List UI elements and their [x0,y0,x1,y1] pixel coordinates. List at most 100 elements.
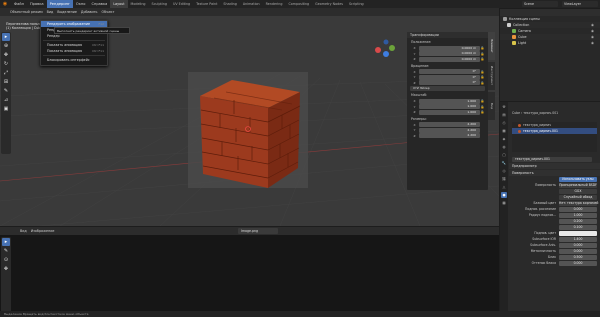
base-color-input[interactable]: Нет: текстура кирпичей [559,200,598,206]
lock-icon[interactable]: 🔓 [480,57,485,61]
scene-selector[interactable]: Scene [522,1,558,7]
scale-tool-icon[interactable]: ⤢ [2,69,10,77]
rotation-mode-select[interactable]: XYZ Эйлер [410,86,485,91]
dimensions-z-row[interactable]: Z 2.200 [410,133,485,138]
tab-rendering[interactable]: Rendering [263,0,286,8]
scale-y-field[interactable]: 1.000 [419,104,480,109]
menu-select[interactable]: Выделение [55,9,79,15]
property-field[interactable]: 0.000 [559,206,597,212]
material-tab-icon[interactable]: ● [501,192,507,198]
surface-shader-select[interactable]: Принципиальный BSDF [559,182,597,188]
material-slot[interactable]: текстура_кирпич.001 [512,128,597,134]
tab-sculpting[interactable]: Sculpting [149,0,170,8]
material-datablock-field[interactable]: текстура_кирпич.001 [512,156,592,162]
modifier-tab-icon[interactable]: 🔧 [501,160,507,166]
tab-animation[interactable]: Animation [240,0,263,8]
physics-tab-icon[interactable]: ◎ [501,168,507,174]
blender-logo-icon[interactable]: ◉ [2,1,8,7]
menu-edit[interactable]: Правка [27,0,47,8]
data-tab-icon[interactable]: △ [501,184,507,190]
location-z-row[interactable]: Z 0.0000 m 🔓 [410,56,485,62]
dimension-z-field[interactable]: 2.200 [419,133,480,138]
lock-interface-item[interactable]: Блокировать интерфейс [41,57,107,63]
grab-tool-icon[interactable]: ✥ [2,265,10,273]
tab-modeling[interactable]: Modeling [128,0,149,8]
location-y-row[interactable]: Y 0.0000 m 🔓 [410,51,485,56]
texture-tab-icon[interactable]: ▩ [501,200,507,206]
annotate-tool-icon[interactable]: ✎ [2,247,10,255]
lock-icon[interactable]: 🔓 [480,105,485,109]
lock-icon[interactable]: 🔓 [480,70,485,74]
scale-x-field[interactable]: 1.000 [419,98,480,104]
output-tab-icon[interactable]: ⎙ [501,120,507,126]
property-field[interactable]: 0.000 [559,260,597,266]
property-field[interactable]: 1.000 [559,212,597,218]
tab-layout[interactable]: Layout [110,0,128,8]
location-x-row[interactable]: X 0.0000 m 🔓 [410,45,485,51]
tab-shading[interactable]: Shading [220,0,239,8]
property-field[interactable]: 0.100 [559,224,597,230]
tool-tab-icon[interactable]: ⚒ [501,104,507,110]
scale-y-row[interactable]: Y 1.000 🔓 [410,104,485,109]
transform-panel-header[interactable]: Трансформации [407,32,488,38]
view-layer-tab-icon[interactable]: ▦ [501,128,507,134]
tab-tool[interactable]: Инструмент [488,62,495,90]
add-cube-tool-icon[interactable]: ▣ [2,105,10,113]
3d-viewport[interactable]: Объектный режим Вид Выделение Добавить О… [0,8,499,226]
mode-selector[interactable]: Объектный режим [8,9,45,15]
annotate-tool-icon[interactable]: ✎ [2,87,10,95]
tab-compositing[interactable]: Compositing [285,0,312,8]
rotation-x-field[interactable]: 0° [419,69,480,74]
measure-tool-icon[interactable]: ⊿ [2,96,10,104]
tab-view[interactable]: Вид [488,92,495,120]
sss-method-select[interactable]: Случайный обход [559,194,597,200]
subsurface-color-swatch[interactable] [559,230,597,236]
render-tab-icon[interactable]: ▤ [501,112,507,118]
constraints-tab-icon[interactable]: ⛓ [501,176,507,182]
distribution-select[interactable]: GGX [559,188,597,194]
property-field[interactable]: 0.000 [559,242,597,248]
preview-panel-header[interactable]: Предпросмотр [509,163,600,169]
location-x-field[interactable]: 0.0000 m [419,45,480,51]
outliner-row-light[interactable]: Light ◉ [500,40,600,46]
location-z-field[interactable]: 0.0000 m [419,56,480,62]
scale-z-field[interactable]: 1.000 [419,109,480,115]
menu-help[interactable]: Справка [88,0,110,8]
view-layer-selector[interactable]: ViewLayer [562,1,598,7]
dimensions-y-row[interactable]: Y 2.200 [410,127,485,133]
tab-item[interactable]: Элемент [488,32,495,60]
lock-icon[interactable]: 🔓 [480,81,485,85]
menu-image[interactable]: Изображение [29,228,57,234]
menu-add[interactable]: Добавить [79,9,100,15]
menu-file[interactable]: Файл [11,0,27,8]
location-y-field[interactable]: 0.0000 m [419,51,480,56]
property-field[interactable]: 1.400 [559,236,597,242]
lock-icon[interactable]: 🔓 [480,75,485,79]
scene-tab-icon[interactable]: ◈ [501,136,507,142]
rotate-tool-icon[interactable]: ↻ [2,60,10,68]
select-tool-icon[interactable]: ▸ [2,238,10,246]
menu-view[interactable]: Вид [45,9,56,15]
tab-geometry-nodes[interactable]: Geometry Nodes [312,0,346,8]
rotation-y-row[interactable]: Y 0° 🔓 [410,74,485,80]
dimension-y-field[interactable]: 2.200 [419,127,480,133]
object-tab-icon[interactable]: ▢ [501,152,507,158]
use-nodes-button[interactable]: Использовать узлы [559,176,597,182]
tab-uv-editing[interactable]: UV Editing [170,0,193,8]
lock-icon[interactable]: 🔓 [480,110,485,114]
select-box-tool-icon[interactable]: ▸ [2,33,10,41]
lock-icon[interactable]: 🔓 [480,52,485,56]
rotation-z-field[interactable]: 0° [419,80,480,85]
rotation-y-field[interactable]: 0° [419,74,480,80]
dimensions-x-row[interactable]: X 2.200 [410,122,485,127]
menu-window[interactable]: Окно [73,0,89,8]
rotation-x-row[interactable]: X 0° 🔓 [410,69,485,74]
property-field[interactable]: 0.200 [559,218,597,224]
menu-render[interactable]: Рендеринг [46,0,73,8]
sample-tool-icon[interactable]: ⊙ [2,256,10,264]
tab-texture-paint[interactable]: Texture Paint [193,0,220,8]
lock-icon[interactable]: 🔓 [480,99,485,103]
rotation-z-row[interactable]: Z 0° 🔓 [410,80,485,85]
image-selector[interactable]: Image.png [238,228,278,234]
lock-icon[interactable]: 🔓 [480,46,485,50]
